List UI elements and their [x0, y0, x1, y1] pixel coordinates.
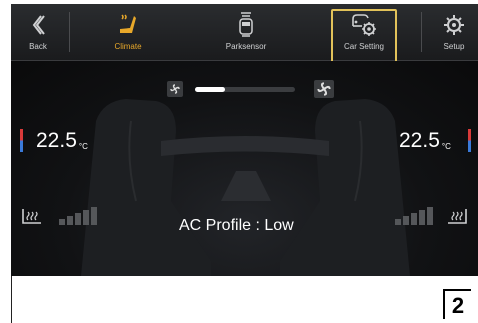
- right-temp-indicator: [468, 129, 471, 152]
- fan-high-icon[interactable]: [314, 80, 334, 98]
- parksensor-car-icon: [237, 10, 255, 40]
- heat-level-bar: [395, 219, 401, 225]
- heat-level-bar: [419, 210, 425, 225]
- tab-divider: [421, 12, 422, 52]
- tab-back-label: Back: [29, 42, 47, 51]
- left-temperature[interactable]: 22.5 °C: [36, 129, 88, 153]
- heat-level-bar: [427, 207, 433, 225]
- tab-setup-label: Setup: [443, 42, 465, 51]
- tab-climate[interactable]: Climate: [101, 4, 155, 60]
- right-temp-value: 22.5: [399, 129, 440, 152]
- tab-divider: [69, 12, 70, 52]
- heat-level-bar: [67, 216, 73, 225]
- ac-profile-label[interactable]: AC Profile : Low: [179, 217, 294, 235]
- left-temp-value: 22.5: [36, 129, 77, 152]
- fan-speed-fill: [195, 87, 225, 92]
- climate-panel: 22.5 °C 22.5 °C AC Profile : Low: [11, 61, 478, 276]
- right-seat-heat-icon[interactable]: [444, 207, 470, 232]
- back-chevron-icon: [30, 10, 46, 40]
- heat-level-bar: [75, 213, 81, 225]
- tab-climate-label: Climate: [114, 42, 142, 51]
- page-footer-area: [11, 276, 478, 323]
- fan-low-icon[interactable]: [167, 81, 183, 97]
- tab-back[interactable]: Back: [13, 4, 63, 60]
- gear-icon: [443, 10, 465, 40]
- left-temp-indicator: [20, 129, 23, 152]
- heat-level-bar: [91, 207, 97, 225]
- left-temp-unit: °C: [78, 142, 88, 151]
- right-temperature[interactable]: 22.5 °C: [399, 129, 451, 153]
- climate-seat-icon: [116, 10, 140, 40]
- right-temp-unit: °C: [441, 142, 451, 151]
- top-nav-bar: Back Climate Parksensor Car Setting Setu…: [11, 4, 478, 61]
- tab-parksensor[interactable]: Parksensor: [216, 4, 276, 60]
- car-interior-graphic: [81, 99, 410, 276]
- head-unit-screen: Back Climate Parksensor Car Setting Setu…: [11, 4, 478, 276]
- heat-level-bar: [403, 216, 409, 225]
- tab-setup[interactable]: Setup: [429, 4, 478, 60]
- heat-level-bar: [59, 219, 65, 225]
- page-number: 2: [443, 289, 471, 319]
- heat-level-bar: [83, 210, 89, 225]
- heat-level-bar: [411, 213, 417, 225]
- tab-parksensor-label: Parksensor: [225, 42, 267, 51]
- left-seat-heat-icon[interactable]: [19, 207, 45, 232]
